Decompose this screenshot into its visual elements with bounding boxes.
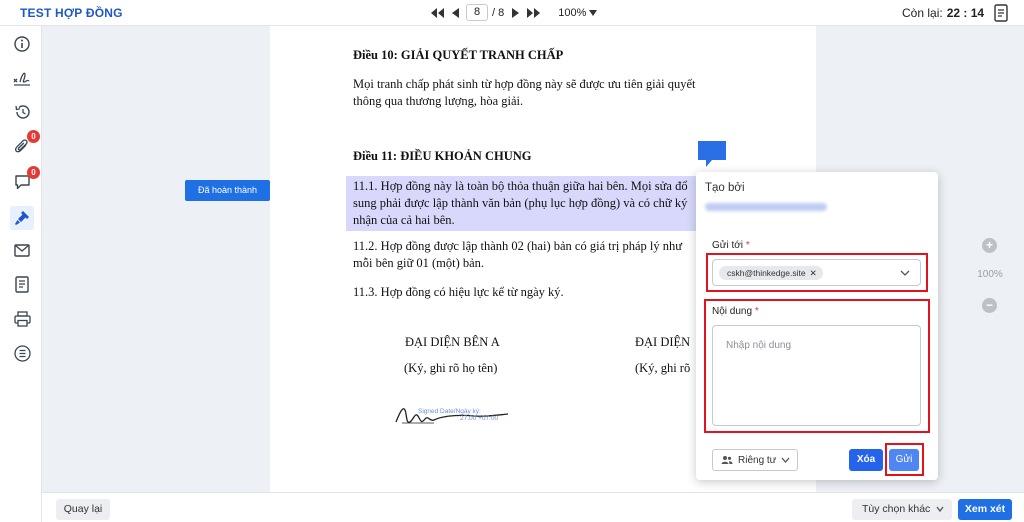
list-icon[interactable]	[12, 343, 32, 363]
send-to-label: Gửi tới *	[712, 240, 750, 251]
signature-date-value: 27.00 +07:00	[460, 415, 499, 422]
article-11-heading: Điều 11: ĐIỀU KHOẢN CHUNG	[353, 149, 532, 163]
page-navigator: 8 / 8 100%	[430, 4, 598, 21]
attachment-icon[interactable]: 0	[12, 130, 40, 156]
zoom-value: 100%	[558, 6, 587, 19]
creator-email-redacted	[705, 203, 827, 211]
last-page-icon[interactable]	[526, 6, 540, 20]
article-10-line-2: thông qua thương lượng, hòa giải.	[353, 94, 524, 108]
document-icon[interactable]	[12, 274, 32, 294]
history-icon[interactable]	[12, 102, 32, 122]
privacy-label: Riêng tư	[738, 454, 777, 466]
remaining-label: Còn lại:	[902, 6, 943, 20]
comment-icon[interactable]: 0	[12, 166, 40, 192]
privacy-select[interactable]: Riêng tư	[712, 449, 798, 471]
required-mark: *	[745, 240, 750, 251]
previous-page-icon[interactable]	[448, 6, 462, 20]
clear-button[interactable]: Xóa	[849, 449, 883, 471]
review-button[interactable]: Xem xét	[958, 499, 1012, 520]
remaining-time: 22 : 14	[946, 6, 985, 20]
clause-11-1-line-3: nhận của cả hai bên.	[353, 213, 455, 227]
zoom-level: 100%	[977, 269, 1003, 280]
first-page-icon[interactable]	[430, 6, 444, 20]
completed-button[interactable]: Đã hoàn thành	[185, 180, 270, 201]
total-pages: / 8	[492, 6, 505, 19]
party-a-sign-note: (Ký, ghi rõ họ tên)	[404, 361, 498, 375]
attachments-count-badge: 0	[27, 130, 40, 143]
zoom-controls: + 100% −	[971, 233, 1009, 318]
party-b-sign-note: (Ký, ghi rõ	[635, 361, 691, 375]
document-title: TEST HỢP ĐỒNG	[20, 6, 123, 20]
comment-popup: Tạo bởi Gửi tới * cskh@thinkedge.site ✕ N…	[696, 172, 938, 480]
left-sidebar: 0 0	[0, 26, 42, 522]
more-options-select[interactable]: Tùy chọn khác	[852, 499, 952, 520]
back-button[interactable]: Quay lại	[56, 499, 110, 520]
time-remaining: Còn lại: 22 : 14	[902, 6, 984, 20]
signature-icon[interactable]	[12, 68, 32, 88]
zoom-out-icon[interactable]: −	[982, 298, 997, 313]
bottom-bar: Quay lại Tùy chọn khác Xem xét	[42, 492, 1024, 522]
annotation-highlight-content	[704, 299, 930, 433]
annotation-highlight-send	[885, 443, 924, 476]
info-icon[interactable]	[12, 34, 32, 54]
signature-date-label: Signed Date/Ngày ký:	[418, 408, 481, 415]
zoom-in-icon[interactable]: +	[982, 238, 997, 253]
chevron-down-icon	[936, 506, 944, 512]
zoom-select[interactable]: 100%	[558, 6, 598, 19]
annotation-highlight-recipient	[706, 253, 928, 292]
users-icon	[721, 456, 733, 464]
created-by-label: Tạo bởi	[705, 182, 745, 194]
chevron-down-icon	[589, 9, 598, 16]
stamp-icon[interactable]	[10, 206, 34, 230]
document-list-icon[interactable]	[993, 4, 1009, 22]
page-number-input[interactable]: 8	[466, 4, 488, 21]
top-bar: TEST HỢP ĐỒNG 8 / 8 100% Còn lại: 22 : 14	[0, 0, 1024, 26]
comment-marker-icon[interactable]	[697, 140, 727, 168]
mail-icon[interactable]	[12, 240, 32, 260]
clause-11-3: 11.3. Hợp đồng có hiệu lực kể từ ngày ký…	[353, 285, 564, 299]
more-options-label: Tùy chọn khác	[862, 503, 931, 515]
party-a-representative: ĐẠI DIỆN BÊN A	[405, 335, 500, 349]
next-page-icon[interactable]	[508, 6, 522, 20]
party-b-representative: ĐẠI DIỆN	[635, 335, 691, 349]
send-to-text: Gửi tới	[712, 240, 744, 251]
print-icon[interactable]	[12, 309, 32, 329]
chevron-down-icon	[781, 457, 790, 463]
clause-11-2-line-2: mỗi bên giữ 01 (một) bản.	[353, 256, 485, 270]
comments-count-badge: 0	[27, 166, 40, 179]
article-10-heading: Điều 10: GIẢI QUYẾT TRANH CHẤP	[353, 48, 564, 62]
